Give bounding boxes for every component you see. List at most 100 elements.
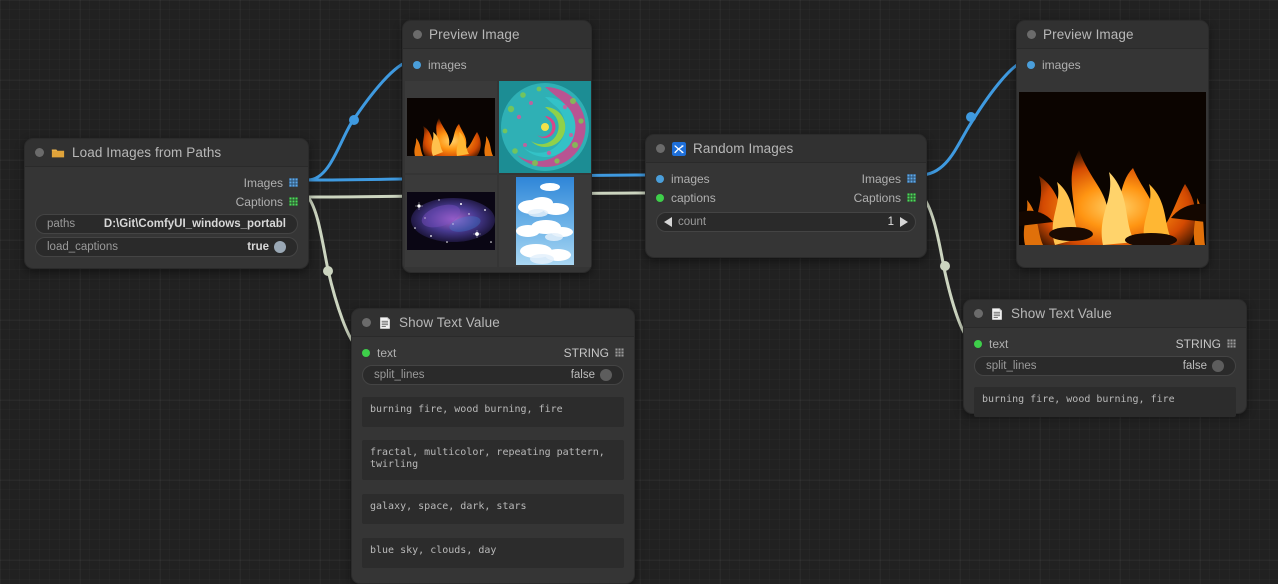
link-midpoint-dot [349, 115, 359, 125]
input-slot-images[interactable]: images [656, 172, 710, 186]
input-slot-dot [413, 60, 421, 69]
node-header[interactable]: Show Text Value [964, 300, 1246, 328]
image-grid-icon [907, 174, 916, 183]
input-slot-images[interactable]: images [403, 55, 591, 74]
input-slot-label: text [377, 345, 397, 360]
input-slot-type: STRING [563, 345, 609, 360]
node-title: Preview Image [1043, 27, 1134, 42]
toggle-knob[interactable] [600, 369, 612, 381]
slot-row-images: images Images [646, 169, 926, 188]
node-random-images[interactable]: Random Images images Images captions Cap… [645, 134, 927, 258]
text-output-box[interactable]: burning fire, wood burning, fire [362, 397, 624, 427]
widget-label: load_captions [47, 241, 118, 253]
output-slot-label: Captions [853, 190, 901, 205]
node-show-text-value-one[interactable]: Show Text Value text STRING split_lines … [963, 299, 1247, 417]
node-header[interactable]: Load Images from Paths [25, 139, 308, 167]
collapse-toggle-icon[interactable] [1027, 30, 1036, 39]
widget-count[interactable]: count 1 [656, 212, 916, 232]
node-body: images Images captions Captions count 1 [646, 163, 926, 243]
collapse-toggle-icon[interactable] [35, 148, 44, 157]
input-slot-label: images [428, 57, 467, 72]
widget-value: D:\Git\ComfyUI_windows_portabl [103, 218, 286, 230]
sky-thumbnail[interactable] [516, 177, 574, 265]
widget-value: false [1182, 360, 1207, 372]
input-slot-captions[interactable]: captions [656, 191, 716, 205]
output-slot-images[interactable]: Images [862, 172, 916, 186]
collapse-toggle-icon[interactable] [413, 30, 422, 39]
input-slot-text[interactable]: text STRING [352, 343, 634, 362]
fire-preview[interactable] [1019, 92, 1206, 245]
input-slot-label: images [671, 171, 710, 186]
image-cell[interactable] [405, 175, 497, 267]
caption-grid-icon [907, 193, 916, 202]
collapse-toggle-icon[interactable] [656, 144, 665, 153]
widget-split-lines[interactable]: split_lines false [362, 365, 624, 385]
fractal-thumbnail[interactable] [499, 81, 591, 173]
string-grid-icon [1227, 339, 1236, 348]
widget-load-captions[interactable]: load_captions true [35, 237, 298, 257]
fire-thumbnail[interactable] [407, 98, 495, 156]
node-graph-canvas[interactable]: Load Images from Paths Images Captions p… [0, 0, 1278, 584]
input-slot-label: text [989, 336, 1009, 351]
link-midpoint-dot [323, 266, 333, 276]
text-output-box[interactable]: blue sky, clouds, day [362, 538, 624, 568]
widget-label: split_lines [986, 360, 1037, 372]
decrement-arrow-icon[interactable] [664, 217, 672, 227]
node-body: images [403, 49, 591, 272]
widget-paths[interactable]: paths D:\Git\ComfyUI_windows_portabl [35, 214, 298, 234]
text-output-box[interactable]: burning fire, wood burning, fire [974, 387, 1236, 417]
image-preview-grid [403, 79, 591, 269]
input-slot-dot [656, 193, 664, 202]
node-header[interactable]: Preview Image [403, 21, 591, 49]
node-body: text STRING split_lines false burning fi… [352, 337, 634, 581]
document-icon [380, 316, 390, 329]
image-grid-icon [289, 178, 298, 187]
image-preview-area [1017, 74, 1208, 245]
galaxy-thumbnail[interactable] [407, 192, 495, 250]
node-body: Images Captions paths D:\Git\ComfyUI_win… [25, 167, 308, 268]
output-slot-captions[interactable]: Captions [854, 191, 916, 205]
text-output-box[interactable]: fractal, multicolor, repeating pattern, … [362, 440, 624, 480]
output-slot-images[interactable]: Images [25, 173, 308, 192]
output-slot-label: Captions [235, 194, 283, 209]
node-title: Preview Image [429, 27, 520, 42]
slot-row-captions: captions Captions [646, 188, 926, 207]
node-title: Load Images from Paths [72, 145, 222, 160]
image-cell[interactable] [499, 175, 591, 267]
shuffle-icon [672, 141, 686, 156]
collapse-toggle-icon[interactable] [362, 318, 371, 327]
node-preview-image-single[interactable]: Preview Image images [1016, 20, 1209, 268]
string-grid-icon [615, 348, 624, 357]
widget-split-lines[interactable]: split_lines false [974, 356, 1236, 376]
node-load-images-from-paths[interactable]: Load Images from Paths Images Captions p… [24, 138, 309, 269]
input-slot-dot [1027, 60, 1035, 69]
image-cell[interactable] [499, 81, 591, 173]
toggle-knob[interactable] [1212, 360, 1224, 372]
widget-value: 1 [887, 216, 894, 228]
collapse-toggle-icon[interactable] [974, 309, 983, 318]
node-title: Show Text Value [1011, 306, 1112, 321]
node-header[interactable]: Preview Image [1017, 21, 1208, 49]
output-slot-captions[interactable]: Captions [25, 192, 308, 211]
node-preview-image-grid[interactable]: Preview Image images [402, 20, 592, 273]
node-body: text STRING split_lines false burning fi… [964, 328, 1246, 430]
widget-value: true [247, 241, 269, 253]
toggle-knob[interactable] [274, 241, 286, 253]
widget-label: paths [47, 218, 76, 230]
input-slot-label: captions [671, 190, 716, 205]
document-icon [992, 307, 1002, 320]
increment-arrow-icon[interactable] [900, 217, 908, 227]
input-slot-dot [974, 339, 982, 348]
node-header[interactable]: Show Text Value [352, 309, 634, 337]
text-output-box[interactable]: galaxy, space, dark, stars [362, 494, 624, 524]
input-slot-images[interactable]: images [1017, 55, 1208, 74]
input-slot-text[interactable]: text STRING [964, 334, 1246, 353]
node-header[interactable]: Random Images [646, 135, 926, 163]
output-slot-label: Images [861, 171, 901, 186]
node-title: Random Images [693, 141, 794, 156]
node-show-text-value-all[interactable]: Show Text Value text STRING split_lines … [351, 308, 635, 584]
link-midpoint-dot [966, 112, 976, 122]
widget-label: count [678, 216, 707, 228]
output-slot-label: Images [243, 175, 283, 190]
image-cell[interactable] [405, 81, 497, 173]
